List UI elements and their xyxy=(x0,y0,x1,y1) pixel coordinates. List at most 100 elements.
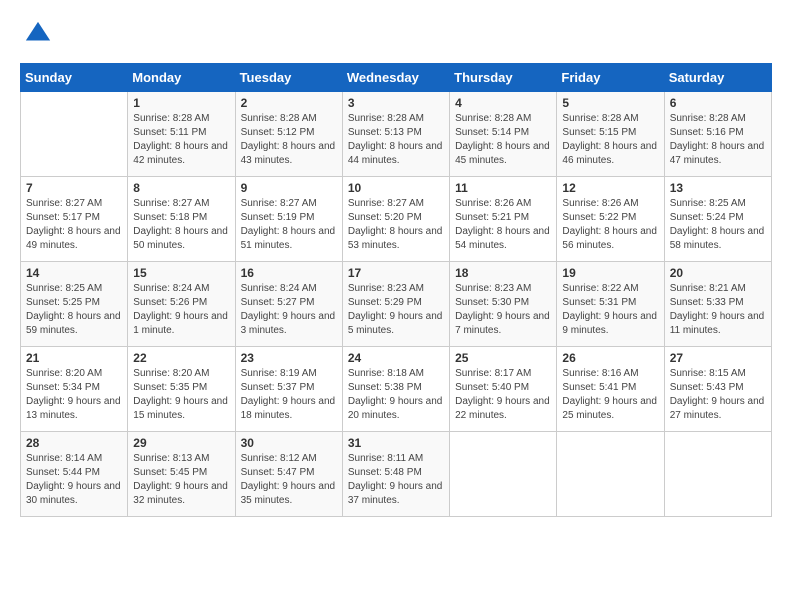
day-number: 6 xyxy=(670,96,766,110)
day-info: Sunrise: 8:17 AMSunset: 5:40 PMDaylight:… xyxy=(455,367,551,423)
calendar-cell: 3 Sunrise: 8:28 AMSunset: 5:13 PMDaylight… xyxy=(342,92,449,177)
calendar-cell: 13 Sunrise: 8:25 AMSunset: 5:24 PMDayligh… xyxy=(664,177,771,262)
calendar-cell: 7Sunrise: 8:27 AMSunset: 5:17 PMDaylight… xyxy=(21,177,128,262)
day-number: 10 xyxy=(348,181,444,195)
day-number: 21 xyxy=(26,351,122,365)
day-number: 13 xyxy=(670,181,766,195)
week-row-4: 21 Sunrise: 8:20 AMSunset: 5:34 PMDayligh… xyxy=(21,347,772,432)
calendar-cell: 17Sunrise: 8:23 AMSunset: 5:29 PMDayligh… xyxy=(342,262,449,347)
calendar-cell: 11 Sunrise: 8:26 AMSunset: 5:21 PMDayligh… xyxy=(450,177,557,262)
calendar-cell: 8Sunrise: 8:27 AMSunset: 5:18 PMDaylight… xyxy=(128,177,235,262)
week-row-2: 7Sunrise: 8:27 AMSunset: 5:17 PMDaylight… xyxy=(21,177,772,262)
day-number: 2 xyxy=(241,96,337,110)
calendar-cell: 12Sunrise: 8:26 AMSunset: 5:22 PMDayligh… xyxy=(557,177,664,262)
calendar-cell: 18Sunrise: 8:23 AMSunset: 5:30 PMDayligh… xyxy=(450,262,557,347)
day-info: Sunrise: 8:28 AMSunset: 5:14 PMDaylight:… xyxy=(455,112,551,168)
page-header xyxy=(20,20,772,53)
day-info: Sunrise: 8:20 AMSunset: 5:35 PMDaylight:… xyxy=(133,367,229,423)
calendar-cell: 5 Sunrise: 8:28 AMSunset: 5:15 PMDaylight… xyxy=(557,92,664,177)
day-info: Sunrise: 8:24 AMSunset: 5:27 PMDaylight:… xyxy=(241,282,337,338)
header-day-sunday: Sunday xyxy=(21,64,128,92)
day-info: Sunrise: 8:23 AMSunset: 5:29 PMDaylight:… xyxy=(348,282,444,338)
calendar-cell: 30 Sunrise: 8:12 AMSunset: 5:47 PMDayligh… xyxy=(235,432,342,517)
header-day-monday: Monday xyxy=(128,64,235,92)
calendar-cell: 16Sunrise: 8:24 AMSunset: 5:27 PMDayligh… xyxy=(235,262,342,347)
day-number: 29 xyxy=(133,436,229,450)
calendar-cell xyxy=(21,92,128,177)
day-number: 23 xyxy=(241,351,337,365)
day-number: 3 xyxy=(348,96,444,110)
calendar-cell: 10 Sunrise: 8:27 AMSunset: 5:20 PMDayligh… xyxy=(342,177,449,262)
header-day-friday: Friday xyxy=(557,64,664,92)
day-info: Sunrise: 8:27 AMSunset: 5:19 PMDaylight:… xyxy=(241,197,337,253)
day-info: Sunrise: 8:28 AMSunset: 5:13 PMDaylight:… xyxy=(348,112,444,168)
day-info: Sunrise: 8:15 AMSunset: 5:43 PMDaylight:… xyxy=(670,367,766,423)
day-number: 22 xyxy=(133,351,229,365)
day-number: 24 xyxy=(348,351,444,365)
day-info: Sunrise: 8:22 AMSunset: 5:31 PMDaylight:… xyxy=(562,282,658,338)
header-day-wednesday: Wednesday xyxy=(342,64,449,92)
calendar-cell: 27 Sunrise: 8:15 AMSunset: 5:43 PMDayligh… xyxy=(664,347,771,432)
calendar-cell: 15Sunrise: 8:24 AMSunset: 5:26 PMDayligh… xyxy=(128,262,235,347)
week-row-1: 1 Sunrise: 8:28 AMSunset: 5:11 PMDaylight… xyxy=(21,92,772,177)
day-info: Sunrise: 8:28 AMSunset: 5:11 PMDaylight:… xyxy=(133,112,229,168)
logo-icon xyxy=(24,20,52,48)
week-row-5: 28 Sunrise: 8:14 AMSunset: 5:44 PMDayligh… xyxy=(21,432,772,517)
day-number: 11 xyxy=(455,181,551,195)
day-info: Sunrise: 8:11 AMSunset: 5:48 PMDaylight:… xyxy=(348,452,444,508)
calendar-cell xyxy=(557,432,664,517)
calendar-cell: 4 Sunrise: 8:28 AMSunset: 5:14 PMDaylight… xyxy=(450,92,557,177)
day-info: Sunrise: 8:26 AMSunset: 5:21 PMDaylight:… xyxy=(455,197,551,253)
day-number: 25 xyxy=(455,351,551,365)
calendar-cell: 24Sunrise: 8:18 AMSunset: 5:38 PMDayligh… xyxy=(342,347,449,432)
calendar-cell: 1 Sunrise: 8:28 AMSunset: 5:11 PMDaylight… xyxy=(128,92,235,177)
logo xyxy=(20,20,52,53)
calendar-cell: 14 Sunrise: 8:25 AMSunset: 5:25 PMDayligh… xyxy=(21,262,128,347)
day-info: Sunrise: 8:20 AMSunset: 5:34 PMDaylight:… xyxy=(26,367,122,423)
day-info: Sunrise: 8:21 AMSunset: 5:33 PMDaylight:… xyxy=(670,282,766,338)
calendar-cell: 29 Sunrise: 8:13 AMSunset: 5:45 PMDayligh… xyxy=(128,432,235,517)
calendar-cell: 20 Sunrise: 8:21 AMSunset: 5:33 PMDayligh… xyxy=(664,262,771,347)
day-info: Sunrise: 8:12 AMSunset: 5:47 PMDaylight:… xyxy=(241,452,337,508)
calendar-cell xyxy=(450,432,557,517)
day-number: 1 xyxy=(133,96,229,110)
day-number: 14 xyxy=(26,266,122,280)
header-day-thursday: Thursday xyxy=(450,64,557,92)
header-day-saturday: Saturday xyxy=(664,64,771,92)
day-number: 20 xyxy=(670,266,766,280)
day-info: Sunrise: 8:23 AMSunset: 5:30 PMDaylight:… xyxy=(455,282,551,338)
day-info: Sunrise: 8:14 AMSunset: 5:44 PMDaylight:… xyxy=(26,452,122,508)
day-info: Sunrise: 8:28 AMSunset: 5:15 PMDaylight:… xyxy=(562,112,658,168)
day-info: Sunrise: 8:26 AMSunset: 5:22 PMDaylight:… xyxy=(562,197,658,253)
day-info: Sunrise: 8:25 AMSunset: 5:24 PMDaylight:… xyxy=(670,197,766,253)
day-number: 26 xyxy=(562,351,658,365)
day-info: Sunrise: 8:28 AMSunset: 5:16 PMDaylight:… xyxy=(670,112,766,168)
calendar-cell: 28 Sunrise: 8:14 AMSunset: 5:44 PMDayligh… xyxy=(21,432,128,517)
day-number: 30 xyxy=(241,436,337,450)
calendar-cell: 21 Sunrise: 8:20 AMSunset: 5:34 PMDayligh… xyxy=(21,347,128,432)
day-number: 4 xyxy=(455,96,551,110)
calendar-table: SundayMondayTuesdayWednesdayThursdayFrid… xyxy=(20,63,772,517)
week-row-3: 14 Sunrise: 8:25 AMSunset: 5:25 PMDayligh… xyxy=(21,262,772,347)
day-number: 28 xyxy=(26,436,122,450)
day-number: 9 xyxy=(241,181,337,195)
day-info: Sunrise: 8:16 AMSunset: 5:41 PMDaylight:… xyxy=(562,367,658,423)
day-info: Sunrise: 8:27 AMSunset: 5:20 PMDaylight:… xyxy=(348,197,444,253)
day-number: 27 xyxy=(670,351,766,365)
calendar-cell: 23Sunrise: 8:19 AMSunset: 5:37 PMDayligh… xyxy=(235,347,342,432)
day-info: Sunrise: 8:25 AMSunset: 5:25 PMDaylight:… xyxy=(26,282,122,338)
day-info: Sunrise: 8:27 AMSunset: 5:18 PMDaylight:… xyxy=(133,197,229,253)
calendar-cell: 6 Sunrise: 8:28 AMSunset: 5:16 PMDaylight… xyxy=(664,92,771,177)
calendar-cell xyxy=(664,432,771,517)
calendar-cell: 22 Sunrise: 8:20 AMSunset: 5:35 PMDayligh… xyxy=(128,347,235,432)
day-info: Sunrise: 8:28 AMSunset: 5:12 PMDaylight:… xyxy=(241,112,337,168)
calendar-cell: 25 Sunrise: 8:17 AMSunset: 5:40 PMDayligh… xyxy=(450,347,557,432)
day-number: 15 xyxy=(133,266,229,280)
calendar-cell: 19Sunrise: 8:22 AMSunset: 5:31 PMDayligh… xyxy=(557,262,664,347)
day-info: Sunrise: 8:13 AMSunset: 5:45 PMDaylight:… xyxy=(133,452,229,508)
day-number: 31 xyxy=(348,436,444,450)
calendar-cell: 26 Sunrise: 8:16 AMSunset: 5:41 PMDayligh… xyxy=(557,347,664,432)
header-row: SundayMondayTuesdayWednesdayThursdayFrid… xyxy=(21,64,772,92)
day-number: 5 xyxy=(562,96,658,110)
day-number: 7 xyxy=(26,181,122,195)
